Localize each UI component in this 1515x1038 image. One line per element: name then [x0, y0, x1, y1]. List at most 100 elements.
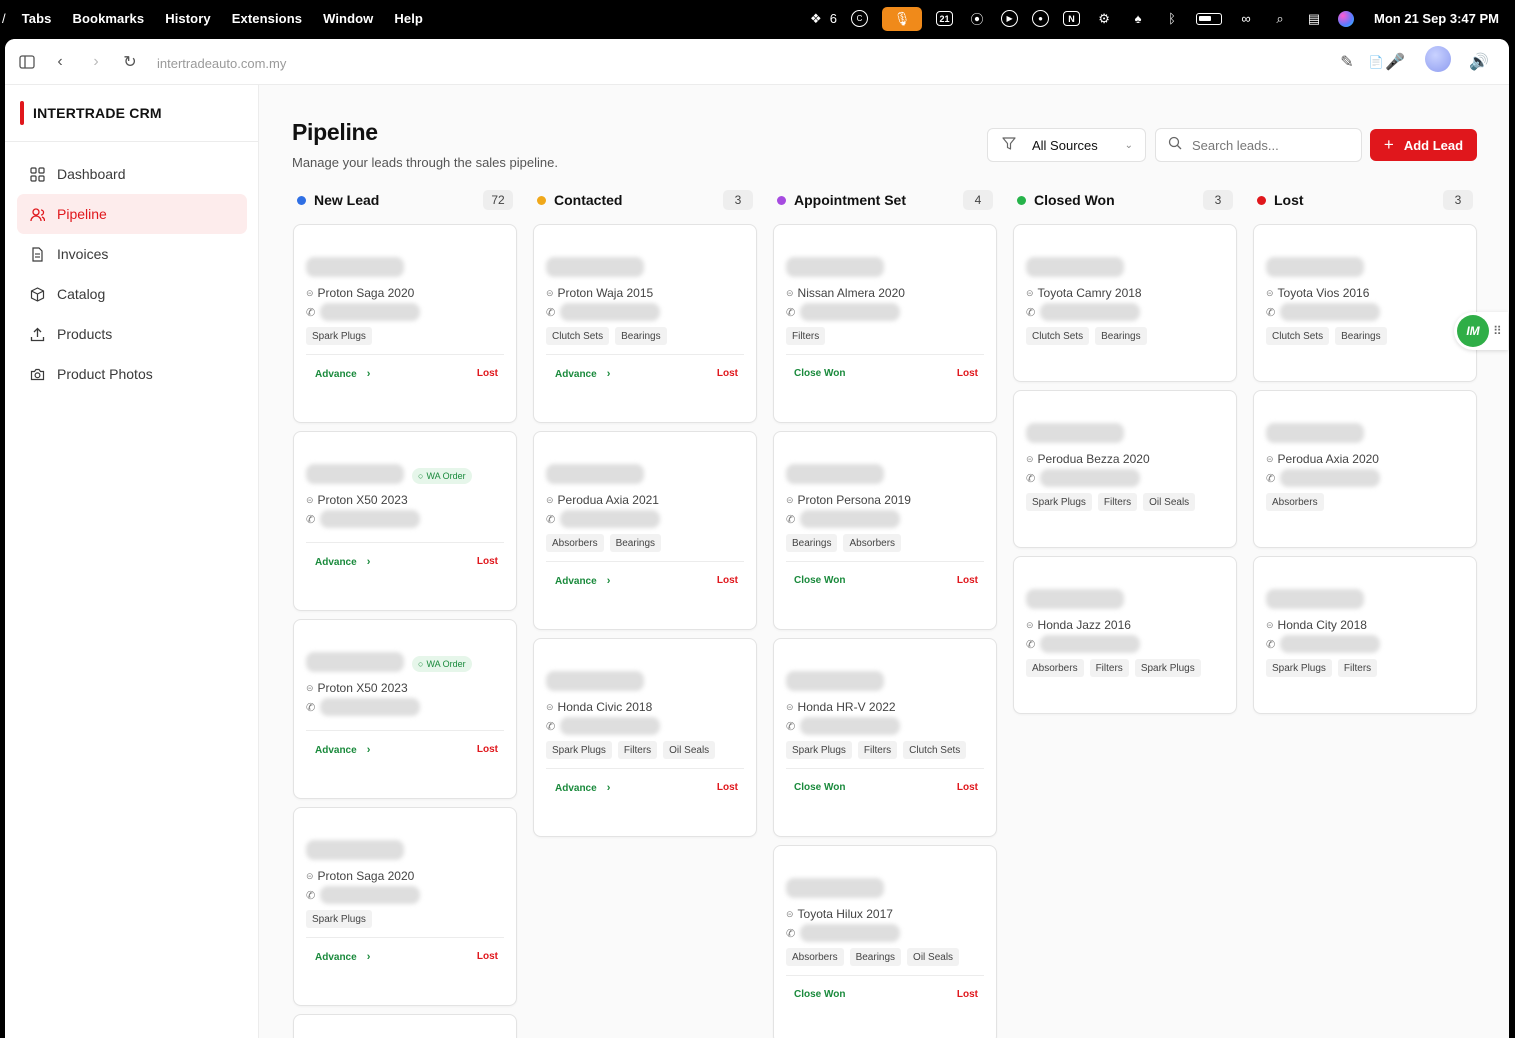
- menu-window[interactable]: Window: [323, 11, 373, 26]
- close-won-button[interactable]: Close Won: [794, 575, 845, 586]
- chat-bubble-icon: ○: [418, 471, 424, 481]
- close-won-button[interactable]: Close Won: [794, 368, 845, 379]
- lead-card[interactable]: ⊝ Proton Persona 2019 ✆ Bearings Absorbers Cl…: [773, 431, 997, 630]
- sidebar-item-invoices[interactable]: Invoices: [17, 234, 247, 274]
- column-count-badge: 3: [723, 190, 753, 210]
- menu-bookmarks[interactable]: Bookmarks: [73, 11, 145, 26]
- play-icon[interactable]: ▶: [1001, 10, 1019, 27]
- menu-help[interactable]: Help: [394, 11, 423, 26]
- part-tag: Absorbers: [1026, 659, 1084, 677]
- sidebar-toggle-icon[interactable]: [18, 53, 36, 71]
- lead-card[interactable]: ⊝ Perodua Bezza 2020 ✆ Spark Plugs Filters Oi…: [1013, 390, 1237, 548]
- close-won-button[interactable]: Close Won: [794, 782, 845, 793]
- lead-card[interactable]: ⊝ Honda HR-V 2022 ✆ Spark Plugs Filters Clutc…: [773, 638, 997, 837]
- lead-card[interactable]: [293, 1014, 517, 1038]
- calendar-icon[interactable]: 21: [936, 11, 954, 26]
- microphone-active-icon[interactable]: 🎙: [882, 6, 923, 31]
- lead-card[interactable]: ⊝ Toyota Vios 2016 ✆ Clutch Sets Bearings: [1253, 224, 1477, 382]
- menubar-clock[interactable]: Mon 21 Sep 3:47 PM: [1374, 11, 1499, 26]
- forward-icon[interactable]: ›: [87, 53, 105, 71]
- lead-card[interactable]: ⊝ Proton Saga 2020 ✆ Spark Plugs Advance › Los…: [293, 224, 517, 423]
- mark-lost-button[interactable]: Lost: [477, 368, 498, 379]
- advance-button[interactable]: Advance ›: [315, 744, 370, 756]
- advance-button[interactable]: Advance ›: [555, 575, 610, 587]
- mark-lost-button[interactable]: Lost: [957, 782, 978, 793]
- car-icon: ⊝: [786, 494, 794, 505]
- cast-icon[interactable]: ⦿: [967, 9, 987, 29]
- advance-button[interactable]: Advance ›: [555, 782, 610, 794]
- headphones-icon[interactable]: ♠: [1128, 9, 1148, 29]
- notification-icon[interactable]: ❖: [806, 9, 826, 29]
- lead-card[interactable]: ○ WA Order ⊝ Proton X50 2023 ✆ Advance › Lost: [293, 619, 517, 799]
- search-box[interactable]: [1155, 128, 1362, 162]
- close-won-button[interactable]: Close Won: [794, 989, 845, 1000]
- sidebar-item-dashboard[interactable]: Dashboard: [17, 154, 247, 194]
- part-tags: Clutch Sets Bearings: [1266, 327, 1387, 345]
- advance-button[interactable]: Advance ›: [315, 368, 370, 380]
- compose-icon[interactable]: ✎: [1338, 53, 1356, 71]
- back-icon[interactable]: ‹: [51, 53, 69, 71]
- advance-label: Advance: [555, 575, 597, 587]
- source-filter[interactable]: All Sources ⌄: [987, 128, 1146, 162]
- siri-icon[interactable]: [1338, 10, 1355, 27]
- floating-widget[interactable]: IM ⠿: [1454, 312, 1508, 350]
- menu-tabs[interactable]: Tabs: [22, 11, 52, 26]
- profile-avatar[interactable]: [1425, 46, 1451, 72]
- audio-icon[interactable]: 🔊: [1469, 53, 1489, 71]
- car-icon: ⊝: [786, 908, 794, 919]
- sidebar-item-products[interactable]: Products: [17, 314, 247, 354]
- mark-lost-button[interactable]: Lost: [477, 951, 498, 962]
- bluetooth-icon[interactable]: ᛒ: [1162, 9, 1182, 29]
- reload-icon[interactable]: ↻: [121, 53, 139, 71]
- link-icon[interactable]: ∞: [1236, 9, 1256, 29]
- im-logo-icon[interactable]: IM: [1457, 315, 1489, 347]
- lead-card[interactable]: ⊝ Perodua Axia 2020 ✆ Absorbers: [1253, 390, 1477, 548]
- card-actions: Close Won Lost: [774, 782, 998, 798]
- n-app-icon[interactable]: N: [1063, 11, 1081, 26]
- disk-icon[interactable]: ●: [1032, 10, 1050, 27]
- extension-icon[interactable]: 📄: [1367, 53, 1385, 71]
- search-input[interactable]: [1192, 137, 1352, 153]
- apple-menu-icon[interactable]: /: [2, 11, 6, 26]
- mark-lost-button[interactable]: Lost: [477, 744, 498, 755]
- address-bar[interactable]: intertradeauto.com.my: [157, 56, 286, 71]
- control-center-icon[interactable]: ▤: [1304, 9, 1324, 29]
- sidebar-item-product-photos[interactable]: Product Photos: [17, 354, 247, 394]
- part-tags: Spark Plugs: [306, 910, 372, 928]
- lead-card[interactable]: ⊝ Honda Jazz 2016 ✆ Absorbers Filters Spark P…: [1013, 556, 1237, 714]
- battery-icon[interactable]: [1196, 12, 1223, 25]
- drag-handle-icon[interactable]: ⠿: [1493, 324, 1502, 338]
- mark-lost-button[interactable]: Lost: [477, 556, 498, 567]
- status-dot: [537, 195, 546, 205]
- lead-card[interactable]: ⊝ Nissan Almera 2020 ✆ Filters Close Won Lost: [773, 224, 997, 423]
- settings-gear-icon[interactable]: ⚙: [1094, 9, 1114, 29]
- mark-lost-button[interactable]: Lost: [717, 368, 738, 379]
- menu-history[interactable]: History: [165, 11, 211, 26]
- lead-card[interactable]: ○ WA Order ⊝ Proton X50 2023 ✆ Advance › Lost: [293, 431, 517, 611]
- lead-card[interactable]: ⊝ Honda City 2018 ✆ Spark Plugs Filters: [1253, 556, 1477, 714]
- add-lead-button[interactable]: + Add Lead: [1370, 129, 1477, 161]
- advance-button[interactable]: Advance ›: [315, 951, 370, 963]
- spotlight-search-icon[interactable]: ⌕: [1270, 9, 1290, 29]
- mark-lost-button[interactable]: Lost: [717, 782, 738, 793]
- mark-lost-button[interactable]: Lost: [957, 989, 978, 1000]
- lead-card[interactable]: ⊝ Toyota Camry 2018 ✆ Clutch Sets Bearings: [1013, 224, 1237, 382]
- mark-lost-button[interactable]: Lost: [717, 575, 738, 586]
- part-tags: Spark Plugs Filters Oil Seals: [546, 741, 716, 759]
- lead-card[interactable]: ⊝ Proton Waja 2015 ✆ Clutch Sets Bearings Adv…: [533, 224, 757, 423]
- sidebar-item-catalog[interactable]: Catalog: [17, 274, 247, 314]
- lead-card[interactable]: ⊝ Proton Saga 2020 ✆ Spark Plugs Advance › Los…: [293, 807, 517, 1006]
- part-tags: Spark Plugs: [306, 327, 372, 345]
- menu-extensions[interactable]: Extensions: [232, 11, 302, 26]
- mark-lost-button[interactable]: Lost: [957, 368, 978, 379]
- phone-redacted: [1280, 303, 1380, 321]
- lead-card[interactable]: ⊝ Toyota Hilux 2017 ✆ Absorbers Bearings Oil …: [773, 845, 997, 1038]
- sidebar-item-pipeline[interactable]: Pipeline: [17, 194, 247, 234]
- lead-card[interactable]: ⊝ Honda Civic 2018 ✆ Spark Plugs Filters Oil …: [533, 638, 757, 837]
- advance-button[interactable]: Advance ›: [555, 368, 610, 380]
- mark-lost-button[interactable]: Lost: [957, 575, 978, 586]
- voice-icon[interactable]: 🎤: [1385, 53, 1405, 71]
- c-app-icon[interactable]: C: [851, 10, 869, 27]
- advance-button[interactable]: Advance ›: [315, 556, 370, 568]
- lead-card[interactable]: ⊝ Perodua Axia 2021 ✆ Absorbers Bearings Adva…: [533, 431, 757, 630]
